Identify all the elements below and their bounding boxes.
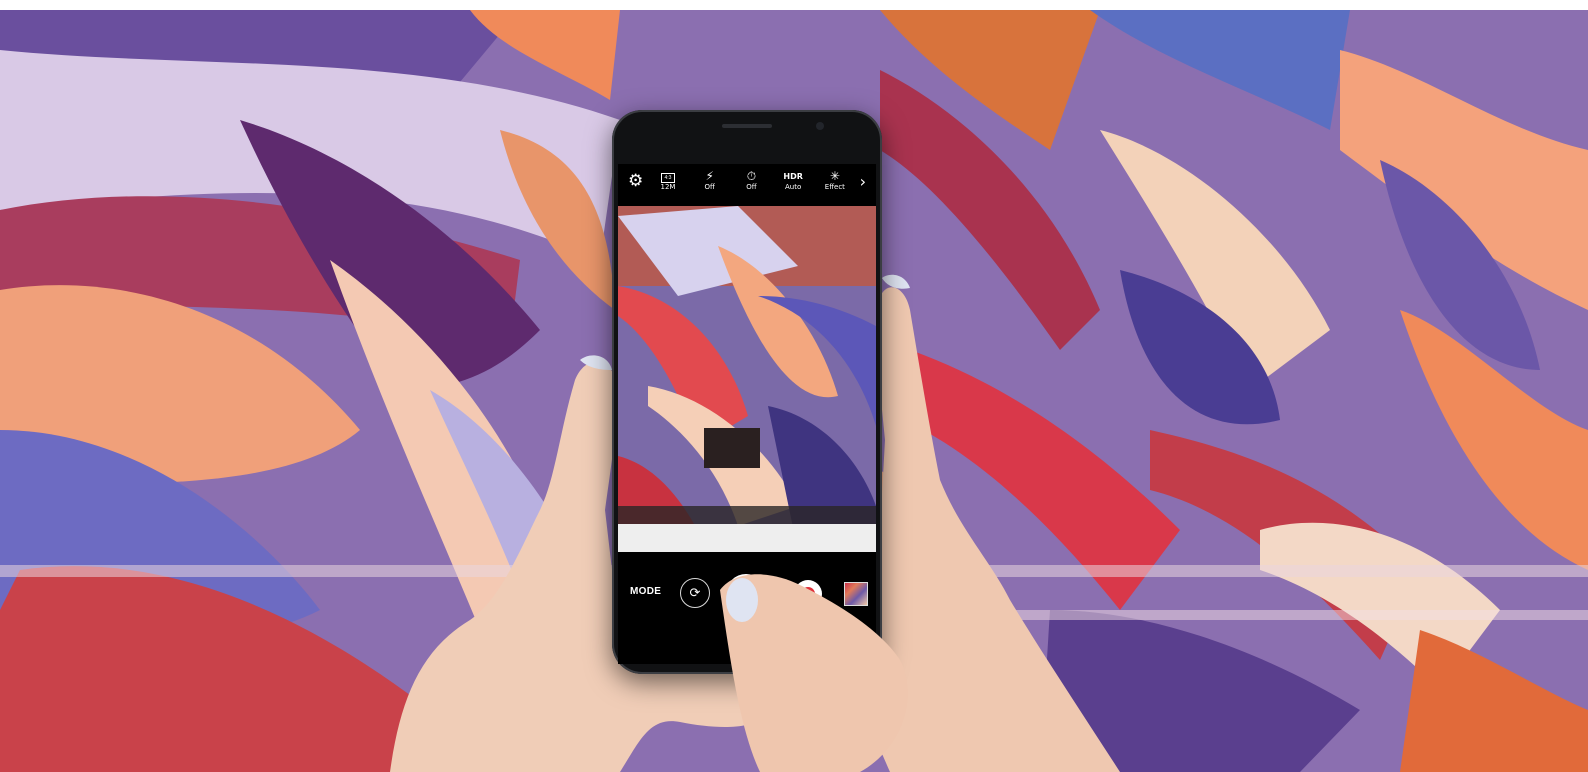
flash-label: Off — [704, 183, 715, 191]
record-dot — [801, 587, 815, 601]
photo-scene: ⚙ 4:3 12M ⚡ Off ⏱ Off HDR Auto ✳ Effect … — [0, 10, 1588, 772]
effect-icon: ✳ — [829, 169, 840, 183]
timer-icon: ⏱ — [746, 169, 757, 183]
hdr-label: Auto — [784, 183, 802, 191]
record-icon[interactable] — [794, 580, 822, 608]
hdr-icon: HDR — [783, 172, 803, 181]
camera-viewfinder[interactable] — [618, 206, 876, 552]
shutter-icon[interactable] — [726, 574, 766, 614]
smartphone: ⚙ 4:3 12M ⚡ Off ⏱ Off HDR Auto ✳ Effect … — [612, 110, 882, 674]
gallery-thumbnail[interactable] — [844, 582, 868, 606]
hdr-setting[interactable]: HDR Auto — [776, 170, 810, 192]
earpiece-speaker — [722, 124, 772, 128]
flash-setting[interactable]: ⚡ Off — [693, 170, 727, 192]
mode-button[interactable]: MODE — [630, 586, 661, 597]
camera-top-bar: ⚙ 4:3 12M ⚡ Off ⏱ Off HDR Auto ✳ Effect … — [618, 164, 876, 198]
gear-icon[interactable]: ⚙ — [628, 172, 643, 190]
resolution-label: 12M — [660, 182, 676, 191]
resolution-icon: 4:3 — [660, 172, 675, 183]
timer-label: Off — [746, 183, 757, 191]
effect-label: Effect — [824, 183, 845, 191]
chevron-right-icon[interactable]: › — [860, 172, 866, 191]
camera-screen: ⚙ 4:3 12M ⚡ Off ⏱ Off HDR Auto ✳ Effect … — [618, 164, 876, 664]
camera-switch-icon[interactable]: ⟳ — [680, 578, 710, 608]
front-camera — [816, 122, 824, 130]
effect-setting[interactable]: ✳ Effect — [818, 170, 852, 192]
camera-bottom-controls: MODE ⟳ — [618, 572, 876, 620]
timer-setting[interactable]: ⏱ Off — [734, 170, 768, 192]
viewfinder-mural-preview — [618, 206, 876, 552]
resolution-setting[interactable]: 4:3 12M — [651, 171, 685, 192]
flash-off-icon: ⚡ — [705, 169, 714, 183]
